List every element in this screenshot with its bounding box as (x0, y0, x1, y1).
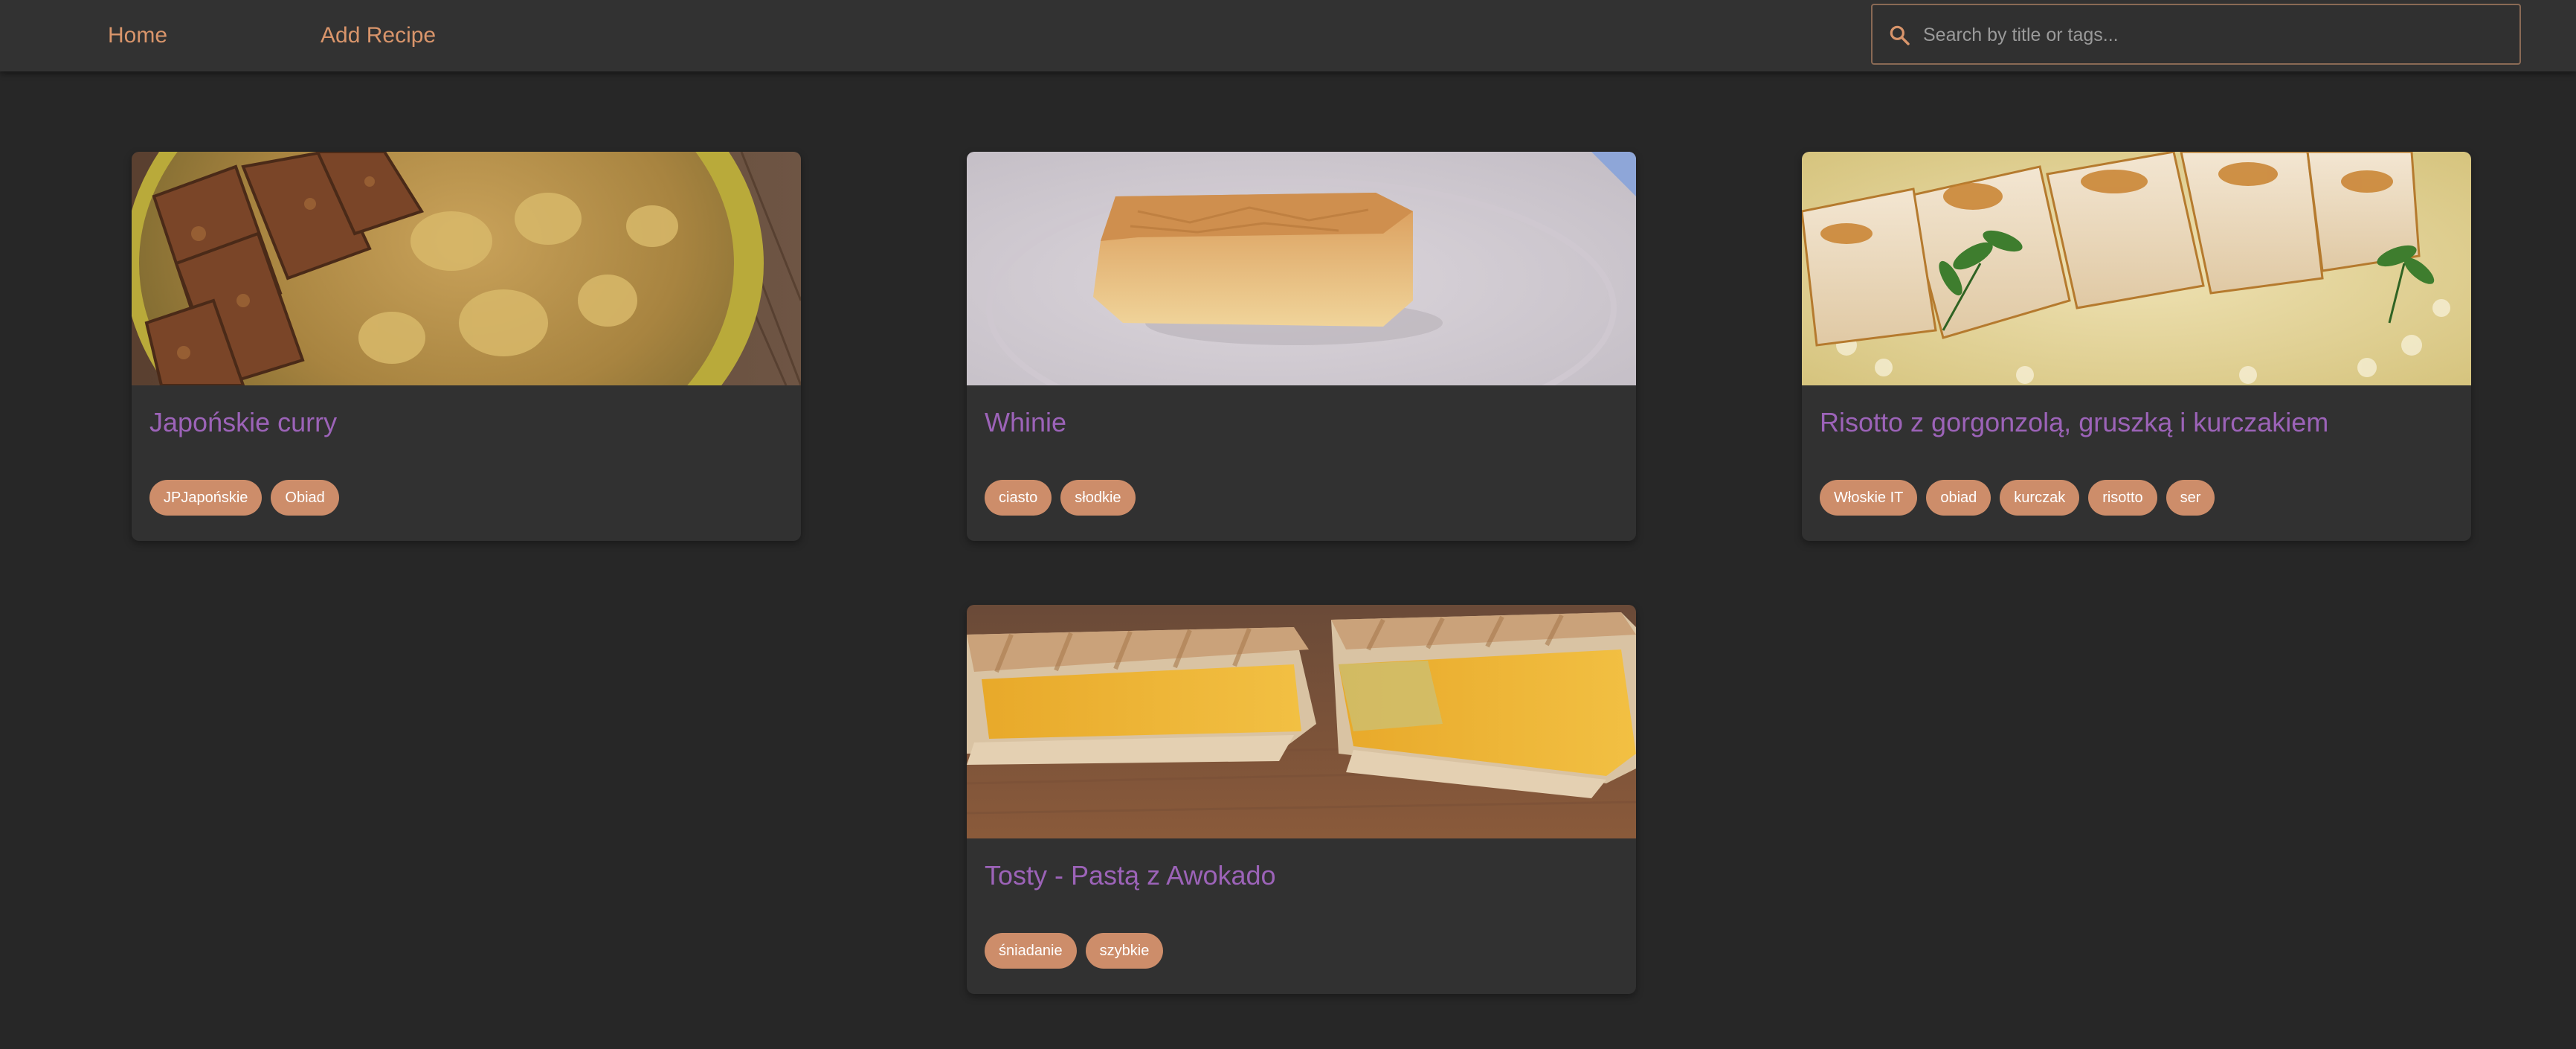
search-input[interactable] (1922, 5, 2512, 65)
tag-chip[interactable]: kurczak (2000, 480, 2080, 516)
nav-add-recipe-link[interactable]: Add Recipe (321, 21, 436, 51)
nav-home-link[interactable]: Home (108, 21, 167, 51)
tag-chip[interactable]: ciasto (985, 480, 1052, 516)
recipe-card[interactable]: Whinie ciasto słodkie (967, 152, 1636, 541)
tag-chip[interactable]: JPJapońskie (149, 480, 263, 516)
tag-chip[interactable]: obiad (1926, 480, 1991, 516)
tag-chip[interactable]: śniadanie (985, 933, 1077, 969)
recipe-tags: Włoskie IT obiad kurczak risotto ser (1820, 480, 2215, 516)
recipe-card[interactable]: Risotto z gorgonzolą, gruszką i kurczaki… (1802, 152, 2471, 541)
tag-chip[interactable]: Obiad (271, 480, 339, 516)
top-navbar: Home Add Recipe (0, 0, 2576, 71)
recipe-title[interactable]: Tosty - Pastą z Awokado (985, 858, 1276, 894)
recipe-image-japanese-curry[interactable] (132, 152, 801, 385)
recipe-image-cake-slice[interactable] (967, 152, 1636, 385)
tag-chip[interactable]: ser (2166, 480, 2215, 516)
recipe-image-chicken-risotto[interactable] (1802, 152, 2471, 385)
recipe-tags: ciasto słodkie (985, 480, 1136, 516)
recipe-image-toast-sandwich[interactable] (967, 605, 1636, 838)
recipe-tags: JPJapońskie Obiad (149, 480, 339, 516)
search-box[interactable] (1871, 4, 2521, 65)
recipe-tags: śniadanie szybkie (985, 933, 1164, 969)
tag-chip[interactable]: Włoskie IT (1820, 480, 1918, 516)
search-icon (1890, 25, 1910, 45)
tag-chip[interactable]: risotto (2088, 480, 2157, 516)
recipe-title[interactable]: Japońskie curry (149, 405, 337, 440)
tag-chip[interactable]: szybkie (1085, 933, 1164, 969)
recipe-title[interactable]: Risotto z gorgonzolą, gruszką i kurczaki… (1820, 405, 2328, 440)
tag-chip[interactable]: słodkie (1060, 480, 1136, 516)
recipe-card[interactable]: Tosty - Pastą z Awokado śniadanie szybki… (967, 605, 1636, 994)
recipe-title[interactable]: Whinie (985, 405, 1066, 440)
recipe-card[interactable]: Japońskie curry JPJapońskie Obiad (132, 152, 801, 541)
